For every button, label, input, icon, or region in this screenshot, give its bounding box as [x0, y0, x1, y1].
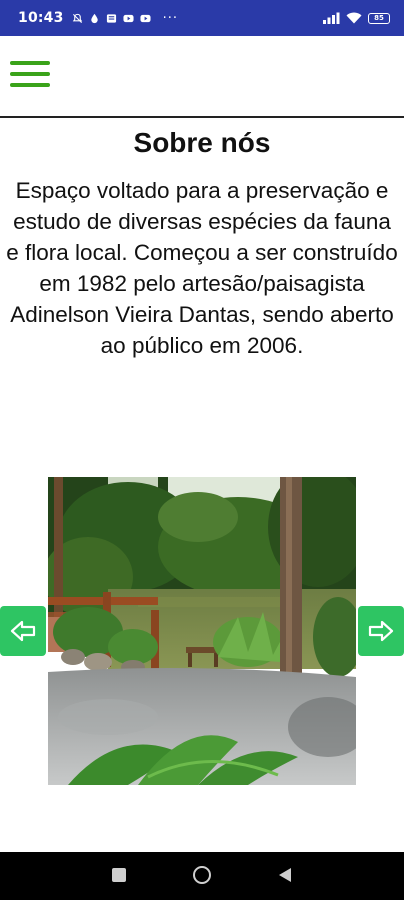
status-notification-icons: ···: [72, 11, 178, 26]
status-bar: 10:43 ··· 85: [0, 0, 404, 36]
more-notifications-icon: ···: [162, 10, 178, 26]
wifi-icon: [346, 12, 362, 24]
app-header: [0, 36, 404, 118]
gallery-icon: [106, 13, 116, 23]
signal-icon: [323, 12, 340, 24]
home-circle-icon[interactable]: [193, 866, 211, 884]
back-triangle-icon[interactable]: [278, 867, 292, 883]
arrow-right-icon: [368, 620, 394, 642]
gallery-photo: [48, 477, 356, 785]
recents-square-icon[interactable]: [112, 868, 126, 882]
page-title: Sobre nós: [133, 127, 271, 158]
status-time: 10:43: [18, 10, 64, 26]
battery-icon: 85: [368, 12, 390, 24]
system-navigation-bar: [0, 852, 404, 900]
battery-level: 85: [374, 14, 384, 22]
youtube-icon: [140, 14, 151, 22]
hamburger-menu-icon[interactable]: [10, 61, 50, 91]
about-description: Espaço voltado para a preservação e estu…: [6, 178, 398, 358]
next-image-button[interactable]: [358, 606, 404, 656]
youtube-icon: [123, 14, 134, 22]
status-system-icons: 85: [323, 12, 390, 24]
water-drop-icon: [90, 13, 98, 23]
arrow-left-icon: [10, 620, 36, 642]
previous-image-button[interactable]: [0, 606, 46, 656]
notification-muted-icon: [72, 13, 82, 23]
garden-pond-image: [48, 477, 356, 785]
